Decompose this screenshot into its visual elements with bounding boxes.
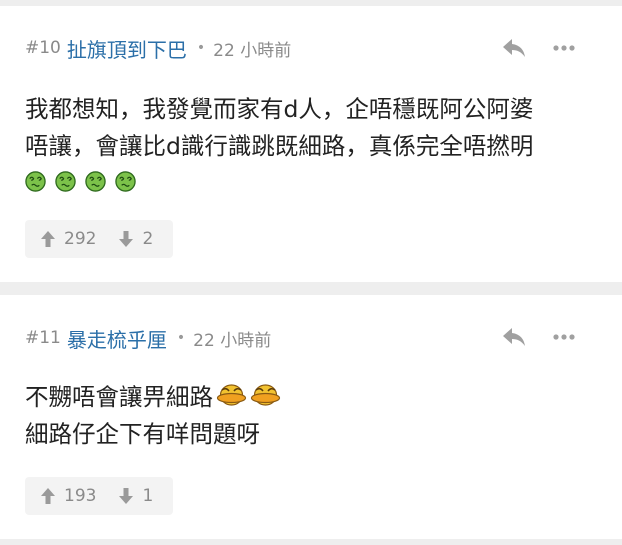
- upvote-button[interactable]: 193: [40, 486, 96, 506]
- post-time: 22 小時前: [213, 40, 292, 61]
- post-time: 22 小時前: [193, 330, 272, 351]
- arrow-down-icon: [119, 231, 134, 247]
- downvote-count: 1: [142, 486, 154, 506]
- confused-green-face-icon: [115, 170, 136, 192]
- content-text: 不嬲唔會讓畀細路: [25, 383, 213, 411]
- meta-separator: •: [176, 330, 186, 346]
- post-content: 不嬲唔會讓畀細路 細路仔企下有咩問題呀: [25, 379, 604, 453]
- arrow-down-icon: [119, 488, 134, 504]
- post-number: #11: [25, 328, 61, 348]
- meta-separator: •: [196, 40, 206, 56]
- confused-green-face-icon: [85, 170, 106, 192]
- downvote-button[interactable]: 1: [118, 486, 153, 506]
- post-number: #10: [25, 38, 61, 58]
- more-options-icon[interactable]: [552, 329, 576, 345]
- arrow-up-icon: [41, 231, 55, 247]
- content-line: 唔讓，會讓比d識行識跳既細路，真係完全唔撚明: [25, 132, 534, 160]
- post-meta: #11 暴走梳乎厘 • 22 小時前: [25, 295, 622, 381]
- post-10: #10 扯旗頂到下巴 • 22 小時前 我都想知，我發覺而家有d人，企唔穩既阿公…: [0, 6, 622, 282]
- yellow-duck-icon: [250, 384, 281, 406]
- post-11: #11 暴走梳乎厘 • 22 小時前 不嬲唔會讓畀細路 細路仔企下有咩問題呀 1…: [0, 295, 622, 539]
- thread: #10 扯旗頂到下巴 • 22 小時前 我都想知，我發覺而家有d人，企唔穩既阿公…: [0, 0, 622, 545]
- vote-bar: 193 1: [25, 477, 173, 515]
- post-meta: #10 扯旗頂到下巴 • 22 小時前: [25, 6, 622, 90]
- content-line: 不嬲唔會讓畀細路: [25, 379, 604, 416]
- confused-green-face-icon: [55, 170, 76, 192]
- more-options-icon[interactable]: [552, 40, 576, 56]
- reply-icon[interactable]: [501, 36, 527, 60]
- upvote-button[interactable]: 292: [40, 229, 96, 249]
- emoji-row: [25, 166, 604, 196]
- yellow-duck-icon: [216, 384, 247, 406]
- upvote-count: 292: [64, 229, 97, 249]
- username-link[interactable]: 暴走梳乎厘: [67, 324, 167, 353]
- content-line: 細路仔企下有咩問題呀: [25, 420, 260, 448]
- reply-icon[interactable]: [501, 325, 527, 349]
- post-content: 我都想知，我發覺而家有d人，企唔穩既阿公阿婆 唔讓，會讓比d識行識跳既細路，真係…: [25, 91, 604, 196]
- username-link[interactable]: 扯旗頂到下巴: [67, 34, 187, 63]
- confused-green-face-icon: [25, 170, 46, 192]
- downvote-button[interactable]: 2: [118, 229, 153, 249]
- upvote-count: 193: [64, 486, 97, 506]
- downvote-count: 2: [142, 229, 154, 249]
- vote-bar: 292 2: [25, 220, 173, 258]
- content-line: 我都想知，我發覺而家有d人，企唔穩既阿公阿婆: [25, 95, 534, 123]
- arrow-up-icon: [41, 488, 55, 504]
